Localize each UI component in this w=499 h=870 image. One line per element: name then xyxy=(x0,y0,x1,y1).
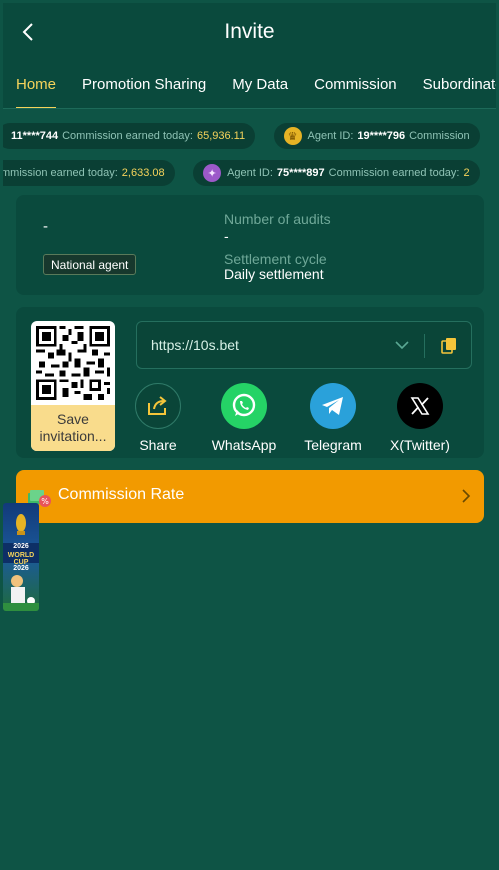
x-twitter-icon xyxy=(397,383,443,429)
ticker-item: ♛ Agent ID: 19****796 Commission xyxy=(273,123,480,149)
ticker-label: Commission earned today: xyxy=(328,167,460,179)
purple-medal-icon: ✦ xyxy=(203,164,222,182)
chevron-left-icon xyxy=(22,23,33,41)
header: Invite xyxy=(3,3,496,61)
whatsapp-icon xyxy=(221,383,267,429)
telegram-button[interactable]: Telegram xyxy=(288,383,378,453)
copy-icon[interactable] xyxy=(439,336,459,356)
ticker-row: 11****744 Commission earned today: 65,93… xyxy=(3,123,494,149)
invite-card: Save invitation... https://10s.bet Share… xyxy=(16,307,484,458)
telegram-icon xyxy=(310,383,356,429)
qr-code-icon xyxy=(36,326,110,400)
ticker-item: mmission earned today: 2,633.08 xyxy=(3,160,175,186)
ticker-item: 11****744 Commission earned today: 65,93… xyxy=(3,123,256,149)
ticker-prefix: Agent ID: xyxy=(307,130,354,142)
tab-commission[interactable]: Commission xyxy=(314,61,397,108)
settlement-label: Settlement cycle xyxy=(224,251,327,267)
ticker-label: Commission xyxy=(409,130,470,142)
whatsapp-label: WhatsApp xyxy=(211,437,277,453)
divider xyxy=(424,334,425,358)
ticker-label: mmission earned today: xyxy=(3,167,118,179)
tab-promotion-sharing[interactable]: Promotion Sharing xyxy=(82,61,206,108)
telegram-label: Telegram xyxy=(304,437,362,453)
agent-level-badge: National agent xyxy=(43,254,137,275)
share-icon xyxy=(135,383,181,429)
qr-code-save[interactable]: Save invitation... xyxy=(31,321,115,451)
banner-year-top: 2026 xyxy=(13,543,29,550)
ticker-amount: 2 xyxy=(463,167,470,179)
tab-home[interactable]: Home xyxy=(16,61,57,108)
tab-my-data[interactable]: My Data xyxy=(232,61,288,108)
agent-info-card: - National agent Number of audits - Sett… xyxy=(16,195,484,295)
x-twitter-button[interactable]: X(Twitter) xyxy=(375,383,465,453)
svg-text:%: % xyxy=(41,497,49,506)
audits-value: - xyxy=(224,228,229,244)
ticker-prefix: Agent ID: xyxy=(227,167,273,179)
share-button[interactable]: Share xyxy=(113,383,203,453)
banner-year-bottom: 2026 xyxy=(13,565,29,572)
tab-subordinate[interactable]: Subordinate I xyxy=(423,61,496,108)
agent-name: - xyxy=(43,218,48,235)
invite-link-field[interactable]: https://10s.bet xyxy=(136,321,472,369)
invite-page: Invite Home Promotion Sharing My Data Co… xyxy=(3,3,496,867)
page-title: Invite xyxy=(224,20,275,43)
ticker-agent-id: 11****744 xyxy=(11,130,59,142)
invite-link-text: https://10s.bet xyxy=(151,337,239,353)
ticker-amount: 65,936.11 xyxy=(196,130,246,142)
world-cup-promo-banner[interactable]: 2026 WORLD CUP 2026 xyxy=(3,503,39,611)
ticker-amount: 2,633.08 xyxy=(121,167,165,179)
ticker-item: ✦ Agent ID: 75****897 Commission earned … xyxy=(193,160,480,186)
banner-title: WORLD CUP xyxy=(7,552,35,566)
chevron-right-icon xyxy=(462,489,471,503)
audits-label: Number of audits xyxy=(224,211,331,227)
save-invitation-label: Save invitation... xyxy=(31,405,115,451)
tab-bar: Home Promotion Sharing My Data Commissio… xyxy=(3,61,496,109)
commission-ticker: 11****744 Commission earned today: 65,93… xyxy=(3,109,496,191)
share-label: Share xyxy=(139,437,177,453)
ticker-agent-id: 75****897 xyxy=(276,167,325,179)
commission-rate-label: Commission Rate xyxy=(58,486,185,503)
x-twitter-label: X(Twitter) xyxy=(390,437,450,453)
ticker-label: Commission earned today: xyxy=(62,130,193,142)
commission-rate-button[interactable]: % Commission Rate xyxy=(16,470,484,523)
ticker-row: mmission earned today: 2,633.08 ✦ Agent … xyxy=(3,160,494,186)
chevron-down-icon[interactable] xyxy=(393,336,411,354)
gold-medal-icon: ♛ xyxy=(283,127,302,145)
back-button[interactable] xyxy=(15,19,41,45)
ticker-agent-id: 19****796 xyxy=(357,130,406,142)
whatsapp-button[interactable]: WhatsApp xyxy=(199,383,289,453)
settlement-value: Daily settlement xyxy=(224,266,324,282)
